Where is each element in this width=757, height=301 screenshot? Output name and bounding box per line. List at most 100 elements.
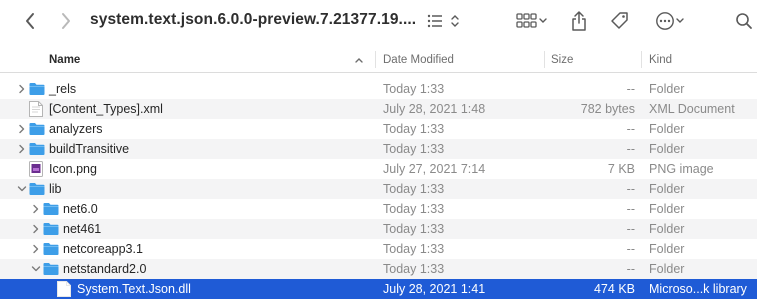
search-button[interactable] xyxy=(734,8,754,34)
file-name: net6.0 xyxy=(63,202,98,216)
grid-icon xyxy=(516,13,537,28)
file-kind: Folder xyxy=(649,142,685,156)
file-size: -- xyxy=(626,182,635,196)
file-date-modified: July 28, 2021 1:48 xyxy=(383,102,486,116)
folder-icon xyxy=(43,239,59,259)
file-row[interactable]: analyzers Today 1:33 -- Folder xyxy=(0,119,757,139)
back-button[interactable] xyxy=(20,8,40,34)
list-icon xyxy=(427,14,442,28)
chevron-left-icon xyxy=(26,13,34,29)
file-name: netcoreapp3.1 xyxy=(63,242,143,256)
file-date-modified: Today 1:33 xyxy=(383,122,445,136)
file-row[interactable]: net461 Today 1:33 -- Folder xyxy=(0,219,757,239)
folder-icon xyxy=(29,139,45,159)
file-size: -- xyxy=(626,122,635,136)
disclosure-collapsed-icon[interactable] xyxy=(31,219,41,239)
file-size: 474 KB xyxy=(593,282,635,296)
file-size: -- xyxy=(626,222,635,236)
disclosure-collapsed-icon[interactable] xyxy=(31,239,41,259)
column-divider xyxy=(641,51,642,68)
disclosure-expanded-icon[interactable] xyxy=(31,259,41,279)
file-row[interactable]: System.Text.Json.dll July 28, 2021 1:41 47… xyxy=(0,279,757,299)
chevron-right-icon xyxy=(62,13,70,29)
sort-indicator xyxy=(354,46,364,73)
file-row[interactable]: netstandard2.0 Today 1:33 -- Folder xyxy=(0,259,757,279)
folder-icon xyxy=(29,79,45,99)
column-divider xyxy=(375,51,376,68)
file-row[interactable]: net6.0 Today 1:33 -- Folder xyxy=(0,199,757,219)
file-row[interactable]: buildTransitive Today 1:33 -- Folder xyxy=(0,139,757,159)
file-size: -- xyxy=(626,242,635,256)
file-date-modified: Today 1:33 xyxy=(383,82,445,96)
file-row[interactable]: netcoreapp3.1 Today 1:33 -- Folder xyxy=(0,239,757,259)
column-kind[interactable]: Kind xyxy=(649,46,672,73)
file-name: System.Text.Json.dll xyxy=(77,282,191,296)
file-name: lib xyxy=(49,182,62,196)
file-row[interactable]: [Content_Types].xml July 28, 2021 1:48 782… xyxy=(0,99,757,119)
view-list-button[interactable] xyxy=(422,8,464,34)
file-row[interactable]: lib Today 1:33 -- Folder xyxy=(0,179,757,199)
file-name: netstandard2.0 xyxy=(63,262,147,276)
column-date-modified[interactable]: Date Modified xyxy=(383,46,454,73)
file-row[interactable]: Icon.png July 27, 2021 7:14 7 KB PNG image xyxy=(0,159,757,179)
file-size: -- xyxy=(626,202,635,216)
folder-icon xyxy=(43,259,59,279)
file-size: -- xyxy=(626,82,635,96)
disclosure-collapsed-icon[interactable] xyxy=(17,139,27,159)
ellipsis-circle-icon xyxy=(656,12,674,30)
folder-icon xyxy=(29,119,45,139)
file-list: _rels Today 1:33 -- Folder [Content_Types].x… xyxy=(0,79,757,299)
chevron-down-icon xyxy=(539,18,547,23)
file-kind: Folder xyxy=(649,82,685,96)
forward-button[interactable] xyxy=(56,8,76,34)
file-date-modified: Today 1:33 xyxy=(383,242,445,256)
xml-document-icon xyxy=(29,99,45,119)
chevron-up-icon xyxy=(355,57,363,63)
more-actions-button[interactable] xyxy=(650,8,690,34)
file-name: net461 xyxy=(63,222,102,236)
file-date-modified: Today 1:33 xyxy=(383,182,445,196)
dll-file-icon xyxy=(57,279,73,299)
file-size: -- xyxy=(626,262,635,276)
chevron-updown-icon xyxy=(451,15,459,27)
file-kind: Folder xyxy=(649,222,685,236)
share-icon xyxy=(572,11,586,31)
file-size: 782 bytes xyxy=(580,102,635,116)
folder-icon xyxy=(43,219,59,239)
column-name[interactable]: Name xyxy=(49,46,80,73)
search-icon xyxy=(736,13,752,29)
column-header: Name Date Modified Size Kind xyxy=(0,46,757,73)
file-date-modified: Today 1:33 xyxy=(383,202,445,216)
file-kind: XML Document xyxy=(649,102,735,116)
file-date-modified: Today 1:33 xyxy=(383,222,445,236)
folder-icon xyxy=(29,179,45,199)
file-kind: Folder xyxy=(649,122,685,136)
share-button[interactable] xyxy=(568,8,590,34)
tag-button[interactable] xyxy=(608,8,632,34)
disclosure-collapsed-icon[interactable] xyxy=(17,79,27,99)
file-kind: Folder xyxy=(649,262,685,276)
disclosure-expanded-icon[interactable] xyxy=(17,179,27,199)
png-image-icon xyxy=(29,159,45,179)
disclosure-collapsed-icon[interactable] xyxy=(31,199,41,219)
disclosure-collapsed-icon[interactable] xyxy=(17,119,27,139)
column-divider xyxy=(544,51,545,68)
window-title: system.text.json.6.0.0-preview.7.21377.1… xyxy=(90,11,417,28)
tag-icon xyxy=(611,12,628,29)
file-kind: Microso...k library xyxy=(649,282,747,296)
file-name: Icon.png xyxy=(49,162,97,176)
toolbar: system.text.json.6.0.0-preview.7.21377.1… xyxy=(0,0,757,42)
file-kind: Folder xyxy=(649,242,685,256)
file-date-modified: July 28, 2021 1:41 xyxy=(383,282,486,296)
file-name: buildTransitive xyxy=(49,142,130,156)
file-size: 7 KB xyxy=(607,162,635,176)
file-row[interactable]: _rels Today 1:33 -- Folder xyxy=(0,79,757,99)
column-size[interactable]: Size xyxy=(551,46,573,73)
file-kind: Folder xyxy=(649,202,685,216)
chevron-down-icon xyxy=(676,18,684,23)
file-date-modified: Today 1:33 xyxy=(383,142,445,156)
file-name: analyzers xyxy=(49,122,103,136)
file-name: [Content_Types].xml xyxy=(49,102,163,116)
file-name: _rels xyxy=(49,82,77,96)
group-button[interactable] xyxy=(512,8,552,34)
